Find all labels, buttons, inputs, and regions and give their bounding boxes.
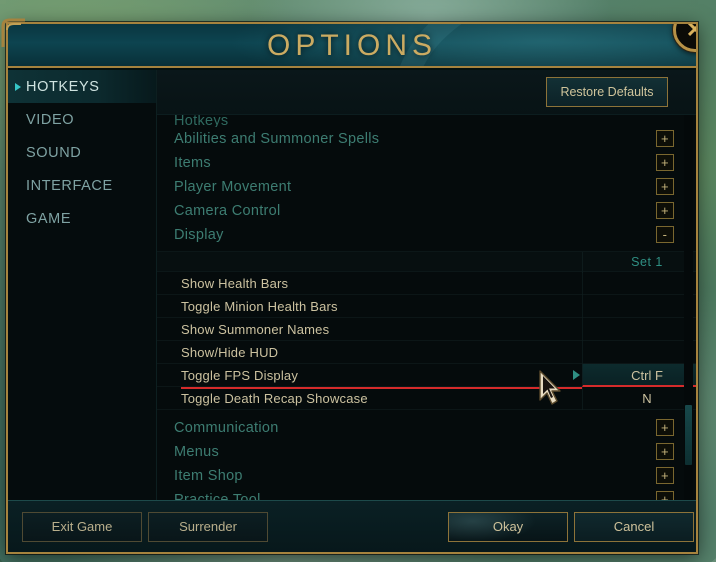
sidebar-item-sound[interactable]: SOUND: [8, 136, 156, 169]
table-row[interactable]: Toggle Death Recap Showcase N: [157, 387, 696, 410]
category-label: Item Shop: [174, 468, 243, 484]
table-row[interactable]: Show Summoner Names: [157, 318, 696, 341]
page-title: OPTIONS: [266, 29, 437, 62]
hotkey-set1[interactable]: [582, 341, 696, 364]
sidebar-item-video[interactable]: VIDEO: [8, 103, 156, 136]
table-header-row: Set 1 Set 2: [157, 251, 696, 273]
sidebar-item-label: GAME: [26, 210, 72, 227]
column-header-set1: Set 1: [582, 252, 696, 273]
expand-plus-icon[interactable]: +: [656, 178, 674, 195]
window-body: HOTKEYS VIDEO SOUND INTERFACE GAME Resto…: [8, 70, 696, 500]
hotkey-label: Show Summoner Names: [181, 322, 330, 337]
category-row-player-movement[interactable]: Player Movement +: [157, 175, 696, 199]
expand-plus-icon[interactable]: +: [656, 491, 674, 500]
sidebar-item-label: INTERFACE: [26, 177, 113, 194]
selection-arrow-icon: [573, 370, 580, 380]
category-label: Practice Tool: [174, 492, 261, 500]
main-panel: Restore Defaults Hotkeys Abilities and S…: [157, 70, 696, 500]
expand-plus-icon[interactable]: +: [656, 419, 674, 436]
category-row-abilities[interactable]: Abilities and Summoner Spells +: [157, 127, 696, 151]
category-row-items[interactable]: Items +: [157, 151, 696, 175]
scrollbar[interactable]: [684, 115, 693, 500]
okay-button[interactable]: Okay: [448, 512, 568, 542]
table-row[interactable]: Show Health Bars: [157, 272, 696, 295]
sidebar: HOTKEYS VIDEO SOUND INTERFACE GAME: [8, 70, 157, 500]
category-row-display[interactable]: Display -: [157, 223, 696, 247]
hotkey-set1[interactable]: [582, 295, 696, 318]
table-row[interactable]: Show/Hide HUD: [157, 341, 696, 364]
hotkey-label: Show/Hide HUD: [181, 345, 279, 360]
sidebar-item-label: SOUND: [26, 144, 82, 161]
category-label: Items: [174, 155, 211, 171]
category-label: Player Movement: [174, 179, 292, 195]
category-label: Camera Control: [174, 203, 281, 219]
expand-plus-icon[interactable]: +: [656, 202, 674, 219]
game-background: OPTIONS ✕ HOTKEYS VIDEO SOUND INT: [0, 0, 716, 562]
category-label: Menus: [174, 444, 220, 460]
toolbar: Restore Defaults: [157, 70, 696, 115]
hotkey-label: Toggle Minion Health Bars: [181, 299, 338, 314]
sidebar-item-label: VIDEO: [26, 111, 75, 128]
collapse-minus-icon[interactable]: -: [656, 226, 674, 243]
scrollbar-thumb[interactable]: [685, 405, 692, 465]
category-label: Abilities and Summoner Spells: [174, 131, 380, 147]
table-row[interactable]: Toggle Minion Health Bars: [157, 295, 696, 318]
exit-game-button[interactable]: Exit Game: [22, 512, 142, 542]
close-glyph: ✕: [686, 24, 696, 41]
sidebar-item-hotkeys[interactable]: HOTKEYS: [8, 70, 156, 103]
hotkey-set1[interactable]: [582, 272, 696, 295]
sidebar-item-label: HOTKEYS: [26, 78, 100, 95]
category-row-camera-control[interactable]: Camera Control +: [157, 199, 696, 223]
hotkey-label: Toggle FPS Display: [181, 364, 582, 389]
hotkey-set1[interactable]: Ctrl F: [582, 364, 696, 387]
table-row-selected[interactable]: Toggle FPS Display Ctrl F: [157, 364, 696, 389]
options-window: OPTIONS ✕ HOTKEYS VIDEO SOUND INT: [1, 18, 698, 554]
sidebar-item-game[interactable]: GAME: [8, 202, 156, 235]
hotkey-label: Show Health Bars: [181, 276, 289, 291]
expand-plus-icon[interactable]: +: [656, 443, 674, 460]
category-row-communication[interactable]: Communication +: [157, 416, 696, 440]
hotkey-set1[interactable]: [582, 318, 696, 341]
surrender-button[interactable]: Surrender: [148, 512, 268, 542]
hotkey-set1[interactable]: N: [582, 387, 696, 410]
expand-plus-icon[interactable]: +: [656, 467, 674, 484]
sidebar-item-interface[interactable]: INTERFACE: [8, 169, 156, 202]
category-row-item-shop[interactable]: Item Shop +: [157, 464, 696, 488]
corner-flourish-ornament: [1, 18, 25, 47]
category-label: Communication: [174, 420, 279, 436]
category-label: Display: [174, 227, 224, 243]
chevron-right-icon: [15, 82, 21, 91]
hotkey-label: Toggle Death Recap Showcase: [181, 391, 368, 406]
display-hotkey-table: Set 1 Set 2 Show Health Bars Toggle Mini…: [157, 251, 696, 410]
expand-plus-icon[interactable]: +: [656, 154, 674, 171]
cancel-button[interactable]: Cancel: [574, 512, 694, 542]
expand-plus-icon[interactable]: +: [656, 130, 674, 147]
footer-bar: Exit Game Surrender Okay Cancel: [8, 500, 696, 552]
restore-defaults-button[interactable]: Restore Defaults: [546, 77, 668, 107]
title-bar: OPTIONS ✕: [8, 24, 696, 68]
category-row-menus[interactable]: Menus +: [157, 440, 696, 464]
category-row-practice-tool[interactable]: Practice Tool +: [157, 488, 696, 500]
category-header-hotkeys: Hotkeys: [174, 115, 229, 127]
hotkeys-list: Hotkeys Abilities and Summoner Spells + …: [157, 115, 696, 500]
